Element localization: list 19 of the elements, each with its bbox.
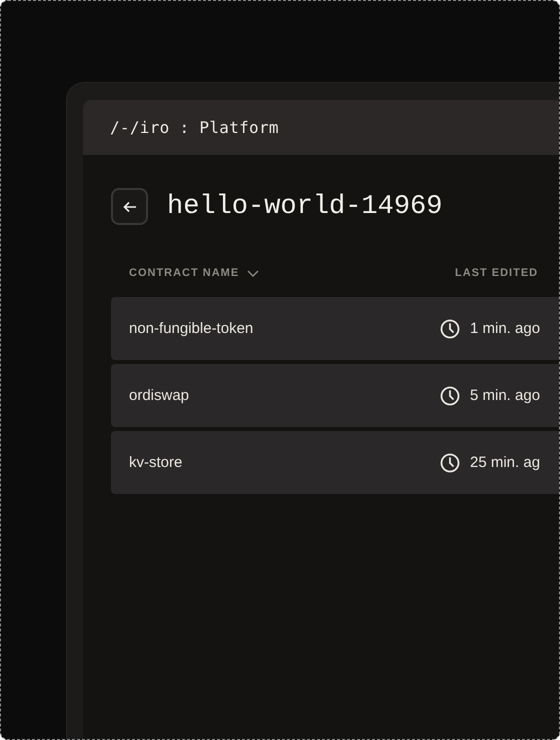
contract-row[interactable]: non-fungible-token 1 min. ago <box>111 297 559 360</box>
back-button[interactable] <box>111 188 148 225</box>
clock-icon <box>440 452 460 472</box>
chevron-down-icon <box>247 270 260 276</box>
clock-icon <box>440 386 460 406</box>
last-edited-time: 1 min. ago <box>470 320 540 337</box>
app-title: /-/iro : Platform <box>110 118 279 137</box>
last-edited-time: 5 min. ago <box>470 387 540 404</box>
contract-name: ordiswap <box>128 387 190 404</box>
arrow-left-icon <box>122 200 136 212</box>
contract-row[interactable]: kv-store 25 min. ag <box>111 431 559 494</box>
last-edited-time: 25 min. ag <box>470 454 540 471</box>
column-header[interactable]: LAST EDITED <box>455 267 538 279</box>
contract-row[interactable]: ordiswap 5 min. ago <box>111 364 559 427</box>
clock-icon <box>440 318 460 338</box>
contract-name: non-fungible-token <box>128 320 254 337</box>
page-title: hello-world-14969 <box>167 192 442 222</box>
contract-name: kv-store <box>128 454 184 471</box>
column-header[interactable]: CONTRACT NAME <box>129 267 240 279</box>
